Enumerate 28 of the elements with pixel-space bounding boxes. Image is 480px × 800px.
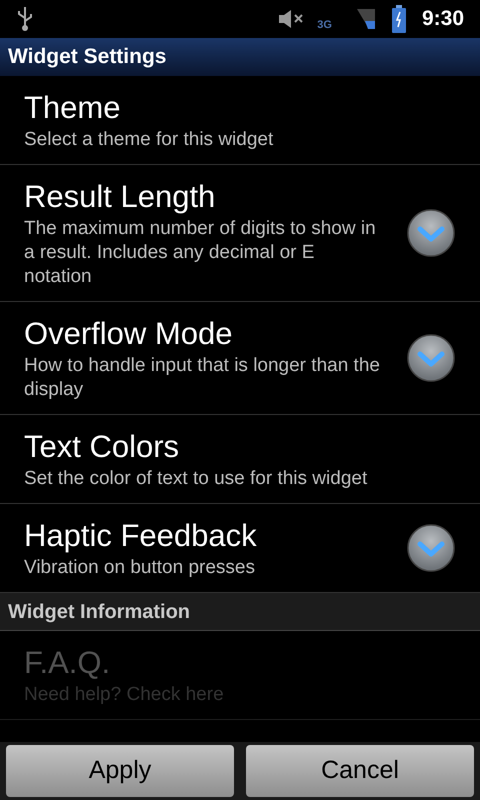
preference-title: Haptic Feedback <box>24 517 258 555</box>
section-title: Widget Information <box>8 600 190 624</box>
usb-icon <box>16 6 34 32</box>
preference-item[interactable]: Overflow Mode How to handle input that is longer than the display <box>0 302 480 415</box>
preference-summary: The maximum number of digits to show in a result. Includes any decimal or E notation <box>24 217 377 289</box>
network-type: 3G <box>317 18 332 33</box>
preference-summary: Vibration on button presses <box>24 556 256 580</box>
preference-summary: Select a theme for this widget <box>24 128 274 152</box>
preference-title: Overflow Mode <box>24 315 234 353</box>
muted-speaker-icon <box>277 8 306 30</box>
preference-title: Theme <box>24 89 122 127</box>
preference-summary: Set the color of text to use for this widget <box>24 467 368 491</box>
preference-item[interactable]: Result Length The maximum number of digits to show in a result. Includes any decimal or E notation <box>0 165 480 302</box>
signal-icon <box>356 7 376 31</box>
dialog-button[interactable]: Apply <box>6 745 234 797</box>
window-title: Widget Settings <box>8 44 166 70</box>
dropdown-chevron-icon <box>406 333 456 383</box>
battery-icon <box>392 5 406 33</box>
preference-item[interactable]: Text Colors Set the color of text to use for this widget <box>0 415 480 504</box>
dialog-button[interactable]: Cancel <box>246 745 474 797</box>
clock: 9:30 <box>422 6 464 32</box>
dropdown-chevron-icon <box>406 208 456 258</box>
preference-title: Result Length <box>24 178 216 216</box>
preference-summary: How to handle input that is longer than the display <box>24 354 381 402</box>
preference-title: Text Colors <box>24 428 180 466</box>
preference-item[interactable]: Theme Select a theme for this widget <box>0 76 480 165</box>
dropdown-chevron-icon <box>406 523 456 573</box>
preference-title: F.A.Q. <box>24 644 112 682</box>
